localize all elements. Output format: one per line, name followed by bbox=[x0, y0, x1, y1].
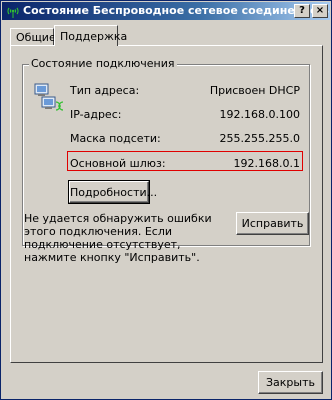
subnet-mask-row: Маска подсети: 255.255.255.0 bbox=[70, 132, 302, 146]
dialog-window: Состояние Беспроводное сетевое соединени… bbox=[0, 0, 332, 400]
repair-button[interactable]: Исправить bbox=[236, 212, 309, 235]
default-gateway-label: Основной шлюз: bbox=[70, 157, 166, 170]
close-button[interactable]: Закрыть bbox=[258, 371, 323, 394]
tab-general[interactable]: Общие bbox=[10, 28, 56, 46]
subnet-mask-label: Маска подсети: bbox=[70, 132, 161, 145]
help-button[interactable]: ? bbox=[294, 4, 310, 18]
repair-description: Не удается обнаружить ошибки этого подкл… bbox=[24, 212, 212, 264]
close-window-button[interactable]: × bbox=[312, 4, 328, 18]
default-gateway-value: 192.168.0.1 bbox=[233, 157, 300, 170]
ip-address-value: 192.168.0.100 bbox=[219, 108, 300, 121]
ip-address-row: IP-адрес: 192.168.0.100 bbox=[70, 108, 302, 122]
default-gateway-row: Основной шлюз: 192.168.0.1 bbox=[70, 157, 302, 171]
tab-panel-support: Состояние подключения Тип адреса: Присво… bbox=[10, 45, 323, 363]
details-button[interactable]: Подробности... bbox=[68, 180, 157, 204]
address-type-label: Тип адреса: bbox=[70, 84, 140, 97]
wireless-connection-icon bbox=[7, 7, 19, 18]
address-type-value: Присвоен DHCP bbox=[209, 84, 300, 97]
address-type-row: Тип адреса: Присвоен DHCP bbox=[70, 84, 302, 98]
tab-support[interactable]: Поддержка bbox=[54, 25, 127, 46]
title-bar[interactable]: Состояние Беспроводное сетевое соединени… bbox=[2, 2, 330, 20]
network-computers-icon bbox=[34, 83, 64, 111]
group-legend: Состояние подключения bbox=[29, 57, 177, 70]
window-title: Состояние Беспроводное сетевое соединени… bbox=[23, 4, 330, 17]
ip-address-label: IP-адрес: bbox=[70, 108, 122, 121]
subnet-mask-value: 255.255.255.0 bbox=[219, 132, 300, 145]
